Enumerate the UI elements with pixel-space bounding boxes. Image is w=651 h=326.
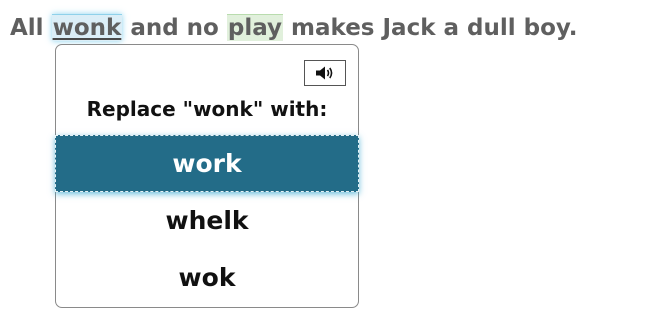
suggestion-item[interactable]: wok: [56, 249, 358, 306]
speaker-icon: [316, 66, 333, 80]
sentence-text-middle: and no: [122, 15, 227, 41]
sentence: All wonk and no play makes Jack a dull b…: [10, 12, 578, 44]
suggestion-item[interactable]: work: [55, 135, 359, 192]
sentence-text-before: All: [10, 15, 52, 41]
flagged-word[interactable]: play: [226, 14, 284, 41]
speak-button[interactable]: [304, 60, 346, 86]
misspelled-word[interactable]: wonk: [51, 14, 123, 41]
suggestion-item[interactable]: whelk: [56, 192, 358, 249]
prompt-suffix: " with:: [252, 97, 328, 121]
sentence-text-after: makes Jack a dull boy.: [283, 15, 578, 41]
prompt-word: wonk: [193, 97, 253, 121]
suggestion-list: work whelk wok: [55, 135, 359, 306]
prompt-prefix: Replace ": [86, 97, 194, 121]
replace-prompt: Replace "wonk" with:: [56, 95, 358, 123]
spelling-suggestions-popup: Replace "wonk" with: work whelk wok: [55, 44, 359, 308]
